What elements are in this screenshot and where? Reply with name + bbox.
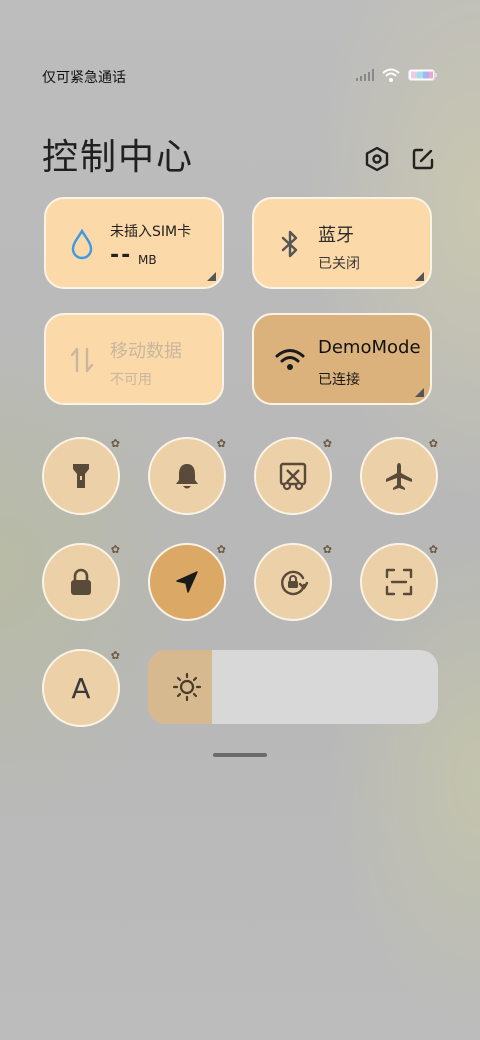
auto-brightness-toggle[interactable]: A ✿ (42, 649, 120, 727)
location-icon (176, 571, 198, 593)
scanner-toggle[interactable]: ✿ (360, 543, 438, 621)
mascot-badge-icon: ✿ (428, 437, 438, 450)
wifi-network-name: DemoMode (318, 337, 421, 358)
flashlight-icon (73, 464, 89, 488)
expand-corner-icon (207, 272, 216, 281)
mobile-data-status: 不可用 (110, 372, 152, 388)
sim-data-value: -- (110, 243, 133, 268)
page-title: 控制中心 (42, 137, 195, 178)
sim-data-tile[interactable]: 未插入SIM卡 -- MB (44, 197, 224, 289)
airplane-mode-toggle[interactable]: ✿ (360, 437, 438, 515)
wifi-tile[interactable]: DemoMode 已连接 (252, 313, 432, 405)
status-bar: 仅可紧急通话 (0, 60, 480, 92)
flashlight-toggle[interactable]: ✿ (42, 437, 120, 515)
mascot-badge-icon: ✿ (322, 543, 332, 556)
bluetooth-tile[interactable]: 蓝牙 已关闭 (252, 197, 432, 289)
drag-handle[interactable] (213, 753, 267, 757)
data-transfer-icon (66, 343, 98, 377)
brightness-slider[interactable] (148, 650, 438, 724)
screenshot-toggle[interactable]: ✿ (254, 437, 332, 515)
mascot-badge-icon: ✿ (322, 437, 332, 450)
rotation-lock-icon (280, 570, 309, 596)
expand-corner-icon (415, 272, 424, 281)
bell-icon (176, 464, 198, 489)
mascot-badge-icon: ✿ (110, 649, 120, 662)
scan-icon (385, 568, 413, 596)
hexagon-settings-icon (365, 146, 389, 172)
airplane-icon (386, 463, 412, 490)
mascot-badge-icon: ✿ (110, 543, 120, 556)
mobile-data-title: 移动数据 (110, 341, 182, 362)
battery-icon (408, 69, 437, 81)
status-icons (356, 68, 438, 82)
bluetooth-title: 蓝牙 (318, 225, 354, 246)
lock-icon (71, 568, 91, 595)
sun-icon (172, 672, 202, 702)
edit-button[interactable] (408, 144, 438, 174)
settings-button[interactable] (362, 144, 392, 174)
signal-icon (356, 69, 374, 81)
mascot-badge-icon: ✿ (216, 543, 226, 556)
ringer-toggle[interactable]: ✿ (148, 437, 226, 515)
expand-corner-icon (415, 388, 424, 397)
sim-tile-title: 未插入SIM卡 (110, 224, 192, 240)
wifi-status-icon (382, 68, 400, 82)
mascot-badge-icon: ✿ (110, 437, 120, 450)
wifi-status: 已连接 (318, 372, 360, 388)
auto-brightness-label: A (71, 671, 91, 705)
sim-data-unit: MB (138, 253, 157, 267)
bluetooth-status: 已关闭 (318, 256, 360, 272)
water-drop-icon (66, 227, 98, 261)
mascot-badge-icon: ✿ (428, 543, 438, 556)
bluetooth-icon (274, 227, 306, 261)
rotation-lock-toggle[interactable]: ✿ (254, 543, 332, 621)
screen-lock-toggle[interactable]: ✿ (42, 543, 120, 621)
screenshot-icon (279, 462, 307, 491)
location-toggle[interactable]: ✿ (148, 543, 226, 621)
wifi-icon (274, 343, 306, 377)
mascot-badge-icon: ✿ (216, 437, 226, 450)
edit-icon (412, 148, 434, 170)
mobile-data-tile[interactable]: 移动数据 不可用 (44, 313, 224, 405)
carrier-status: 仅可紧急通话 (42, 70, 126, 86)
